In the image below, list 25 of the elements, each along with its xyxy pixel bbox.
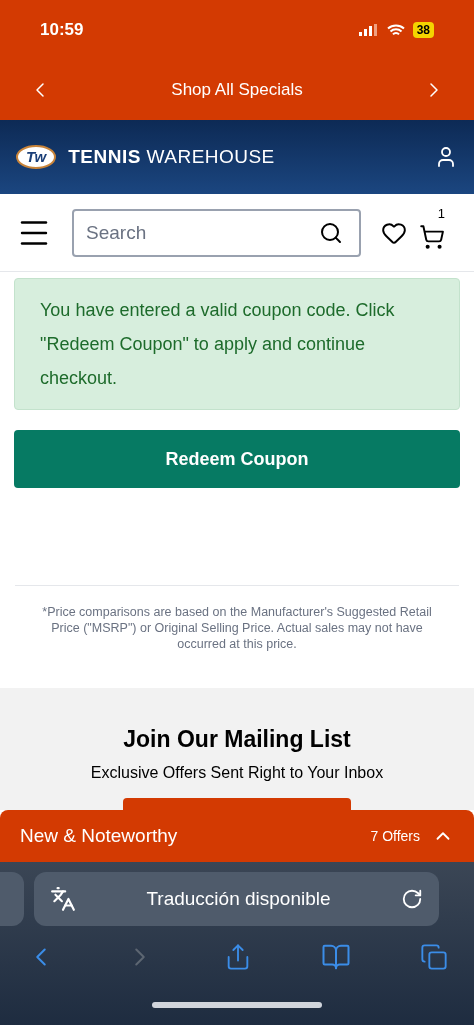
redeem-coupon-button[interactable]: Redeem Coupon: [14, 430, 460, 488]
status-time: 10:59: [40, 19, 84, 42]
address-bar[interactable]: Traducción disponible: [34, 872, 439, 926]
offers-title: New & Noteworthy: [20, 823, 178, 848]
reload-icon[interactable]: [401, 888, 423, 910]
signal-icon: [358, 24, 379, 36]
offers-count: 7 Offers: [370, 826, 420, 846]
mailing-subtitle: Exclusive Offers Sent Right to Your Inbox: [90, 762, 384, 783]
coupon-alert: You have entered a valid coupon code. Click "Redeem Coupon" to apply and continue checkout.: [14, 278, 460, 410]
mailing-title: Join Our Mailing List: [123, 725, 351, 754]
search-field[interactable]: Search: [72, 208, 361, 257]
cart-icon[interactable]: [419, 223, 445, 250]
search-icon[interactable]: [319, 220, 343, 245]
tabs-icon[interactable]: [420, 943, 448, 971]
translate-icon[interactable]: [50, 886, 76, 912]
brand-logo[interactable]: Tw: [16, 145, 57, 169]
wifi-icon: [386, 23, 405, 37]
price-disclaimer: *Price comparisons are based on the Manufacturer's Suggested Retail Price ("MSRP") or Original Selling Price. Actual sales may not have occurred at this price.: [41, 604, 433, 652]
bookmarks-icon[interactable]: [321, 942, 351, 972]
cart-count: 1: [437, 204, 445, 223]
battery-indicator: 38: [412, 22, 434, 38]
brand-name[interactable]: TENNIS WAREHOUSE: [68, 142, 275, 172]
promo-link[interactable]: Shop All Specials: [171, 77, 303, 103]
offers-bar[interactable]: New & Noteworthy 7 Offers: [0, 810, 474, 862]
address-text: Traducción disponible: [146, 886, 331, 911]
